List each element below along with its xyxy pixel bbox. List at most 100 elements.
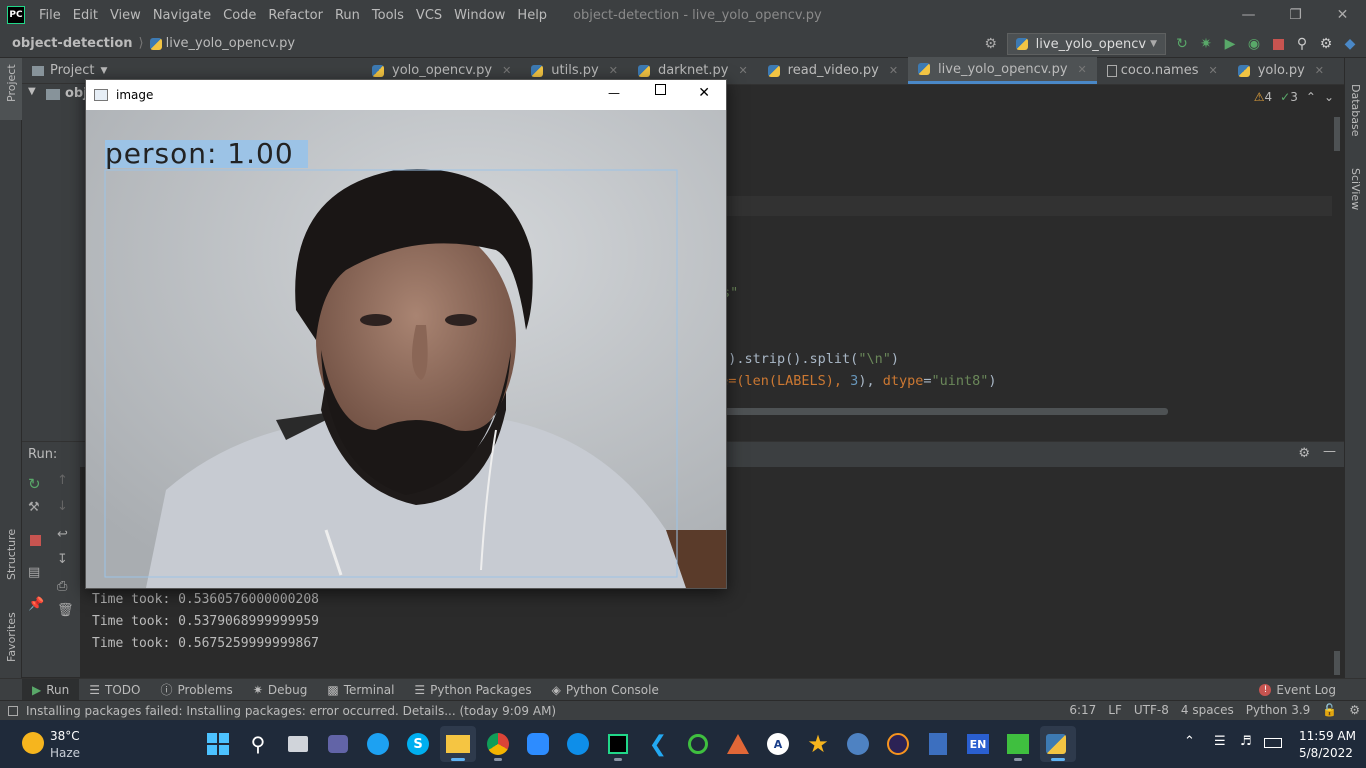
project-tool-button[interactable]: Project bbox=[0, 58, 22, 120]
indent-setting[interactable]: 4 spaces bbox=[1181, 703, 1234, 717]
menu-refactor[interactable]: Refactor bbox=[262, 8, 329, 23]
breadcrumb-file[interactable]: live_yolo_opencv.py bbox=[149, 36, 295, 51]
tab-live-yolo-opencv[interactable]: live_yolo_opencv.py ✕ bbox=[908, 57, 1097, 84]
taskbar-task-view[interactable] bbox=[280, 726, 316, 762]
tooltab-problems[interactable]: ⓘ Problems bbox=[150, 679, 242, 701]
weather-icon[interactable] bbox=[22, 732, 44, 754]
chevron-down-icon[interactable]: ▼ bbox=[100, 66, 107, 76]
menu-navigate[interactable]: Navigate bbox=[147, 8, 217, 23]
taskbar-chrome[interactable] bbox=[480, 726, 516, 762]
menu-window[interactable]: Window bbox=[448, 8, 511, 23]
updates-icon[interactable]: ◆ bbox=[1342, 36, 1358, 52]
tooltab-terminal[interactable]: ▩ Terminal bbox=[317, 679, 404, 701]
stop-icon[interactable] bbox=[1270, 36, 1286, 52]
breadcrumb-project[interactable]: object-detection bbox=[0, 36, 133, 51]
close-icon[interactable]: ✕ bbox=[1319, 0, 1366, 30]
taskbar-media[interactable] bbox=[1000, 726, 1036, 762]
taskbar-skype[interactable]: S bbox=[400, 726, 436, 762]
chevron-up-icon[interactable]: ⌃ bbox=[1184, 734, 1195, 749]
taskbar-edge[interactable] bbox=[360, 726, 396, 762]
sciview-tool-button[interactable]: SciView bbox=[1345, 152, 1366, 222]
menu-help[interactable]: Help bbox=[511, 8, 553, 23]
close-icon[interactable]: ✕ bbox=[1078, 63, 1087, 76]
clock-date[interactable]: 5/8/2022 bbox=[1299, 746, 1353, 760]
print-icon[interactable]: ⎙ bbox=[57, 579, 67, 594]
search-icon[interactable]: ⚲ bbox=[1294, 36, 1310, 52]
layout-icon[interactable]: ▤ bbox=[28, 565, 40, 580]
wrench-icon[interactable]: ⚒ bbox=[28, 500, 40, 515]
menu-code[interactable]: Code bbox=[217, 8, 262, 23]
taskbar-teamviewer[interactable] bbox=[560, 726, 596, 762]
tab-yolo[interactable]: yolo.py ✕ bbox=[1228, 57, 1334, 84]
gear-icon[interactable]: ⚙ bbox=[1298, 446, 1310, 461]
hide-icon[interactable]: — bbox=[1323, 444, 1336, 459]
minimize-icon[interactable]: — bbox=[1225, 0, 1272, 30]
tooltab-todo[interactable]: ☰ TODO bbox=[79, 679, 150, 701]
menu-view[interactable]: View bbox=[104, 8, 147, 23]
status-message[interactable]: Installing packages failed: Installing p… bbox=[26, 704, 556, 718]
taskbar-python[interactable] bbox=[1040, 726, 1076, 762]
taskbar-teams[interactable] bbox=[320, 726, 356, 762]
arrow-up-icon[interactable]: ↑ bbox=[57, 473, 68, 488]
battery-icon[interactable] bbox=[1264, 738, 1282, 748]
profile-icon[interactable]: ◉ bbox=[1246, 36, 1262, 52]
image-window-titlebar[interactable]: image — ✕ bbox=[86, 80, 726, 110]
project-panel-title[interactable]: Project bbox=[50, 63, 94, 78]
python-interpreter[interactable]: Python 3.9 bbox=[1246, 703, 1311, 717]
tooltab-debug[interactable]: ✷ Debug bbox=[243, 679, 318, 701]
taskbar-vscode[interactable]: ❮ bbox=[640, 726, 676, 762]
close-icon[interactable]: ✕ bbox=[609, 64, 618, 77]
tooltab-python-console[interactable]: ◈ Python Console bbox=[542, 679, 669, 701]
line-separator[interactable]: LF bbox=[1108, 703, 1122, 717]
taskbar-app-green[interactable] bbox=[680, 726, 716, 762]
menu-run[interactable]: Run bbox=[329, 8, 366, 23]
taskbar-matlab[interactable] bbox=[720, 726, 756, 762]
menu-tools[interactable]: Tools bbox=[366, 8, 410, 23]
taskbar-file-explorer[interactable] bbox=[440, 726, 476, 762]
volume-icon[interactable]: ♬ bbox=[1240, 734, 1252, 749]
taskbar-app-doc[interactable] bbox=[920, 726, 956, 762]
taskbar-star-app[interactable]: ★ bbox=[800, 726, 836, 762]
horizontal-scrollbar[interactable] bbox=[722, 408, 1168, 415]
taskbar-zoom[interactable] bbox=[520, 726, 556, 762]
close-icon[interactable]: ✕ bbox=[1315, 64, 1324, 77]
maximize-icon[interactable] bbox=[655, 84, 666, 95]
debug-icon[interactable]: ✷ bbox=[1198, 36, 1214, 52]
pin-icon[interactable]: 📌 bbox=[28, 597, 44, 612]
taskbar-app-circle[interactable]: A bbox=[760, 726, 796, 762]
file-encoding[interactable]: UTF-8 bbox=[1134, 703, 1169, 717]
vertical-scrollbar[interactable] bbox=[1334, 117, 1340, 151]
scroll-to-end-icon[interactable]: ↧ bbox=[57, 552, 68, 567]
menu-vcs[interactable]: VCS bbox=[410, 8, 448, 23]
menu-file[interactable]: File bbox=[33, 8, 67, 23]
arrow-down-icon[interactable]: ↓ bbox=[57, 499, 68, 514]
restore-icon[interactable]: ❐ bbox=[1272, 0, 1319, 30]
favorites-tool-button[interactable]: Favorites bbox=[0, 598, 22, 668]
menu-edit[interactable]: Edit bbox=[67, 8, 104, 23]
tooltab-run[interactable]: ▶ Run bbox=[22, 678, 80, 701]
close-icon[interactable]: ✕ bbox=[738, 64, 747, 77]
rerun-icon[interactable]: ↻ bbox=[28, 475, 41, 493]
structure-tool-button[interactable]: Structure bbox=[0, 514, 22, 584]
wifi-icon[interactable]: ☰ bbox=[1214, 734, 1226, 749]
tooltab-python-packages[interactable]: ☰ Python Packages bbox=[404, 679, 541, 701]
taskbar-app-bird[interactable] bbox=[840, 726, 876, 762]
toggle-tool-windows-icon[interactable] bbox=[8, 705, 18, 716]
gear-icon[interactable]: ⚙ bbox=[1318, 36, 1334, 52]
weather-condition[interactable]: Haze bbox=[50, 746, 80, 760]
coverage-icon[interactable]: ▶ bbox=[1222, 36, 1238, 52]
tab-read-video[interactable]: read_video.py ✕ bbox=[758, 57, 908, 84]
vertical-scrollbar[interactable] bbox=[1334, 651, 1340, 675]
user-icon[interactable]: ⚙ bbox=[983, 36, 999, 52]
tooltab-event-log[interactable]: ! Event Log bbox=[1249, 679, 1346, 701]
close-icon[interactable]: ✕ bbox=[698, 85, 710, 101]
chevron-up-icon[interactable]: ⌃ bbox=[1306, 90, 1316, 104]
close-icon[interactable]: ✕ bbox=[1208, 64, 1217, 77]
lock-icon[interactable]: 🔓 bbox=[1322, 703, 1337, 717]
close-icon[interactable]: ✕ bbox=[502, 64, 511, 77]
weather-temp[interactable]: 38°C bbox=[50, 729, 80, 743]
minimize-icon[interactable]: — bbox=[608, 86, 620, 100]
run-config-select[interactable]: live_yolo_opencv ▼ bbox=[1006, 33, 1166, 55]
database-tool-button[interactable]: Database bbox=[1345, 64, 1366, 144]
caret-position[interactable]: 6:17 bbox=[1069, 703, 1096, 717]
